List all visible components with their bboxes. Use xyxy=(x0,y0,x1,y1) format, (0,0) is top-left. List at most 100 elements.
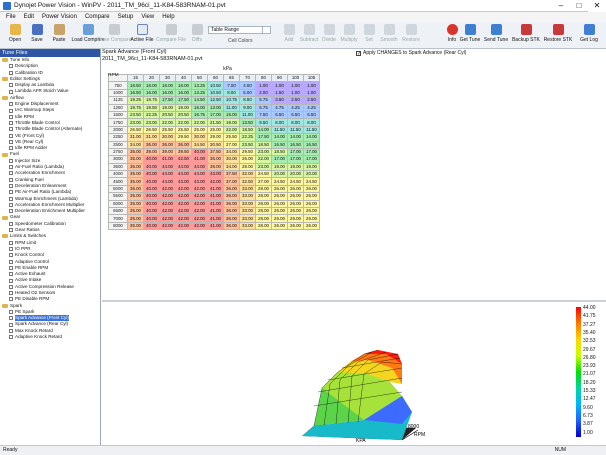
table-cell[interactable]: 42.00 xyxy=(159,199,176,209)
table-cell[interactable]: 6.50 xyxy=(303,110,320,120)
restore-stk-button[interactable]: Restore STK xyxy=(542,24,574,43)
row-header[interactable]: 7000 xyxy=(108,214,128,223)
column-header[interactable]: 65 xyxy=(223,73,240,83)
table-cell[interactable]: 42.50 xyxy=(175,155,192,164)
table-cell[interactable]: 23.50 xyxy=(239,140,256,149)
table-cell[interactable]: 5.75 xyxy=(255,96,272,105)
table-cell[interactable]: 30.00 xyxy=(191,133,208,142)
row-header[interactable]: 1000 xyxy=(108,88,128,98)
table-cell[interactable]: 23.00 xyxy=(127,118,144,127)
table-cell[interactable]: 10.75 xyxy=(223,96,240,105)
table-cell[interactable]: 43.00 xyxy=(175,177,192,186)
send-tune-button[interactable]: Send Tune xyxy=(482,24,510,43)
row-header[interactable]: 6500 xyxy=(108,207,128,216)
table-cell[interactable]: 14.50 xyxy=(191,96,208,105)
table-cell[interactable]: 36.00 xyxy=(223,184,240,194)
table-cell[interactable]: 24.50 xyxy=(303,177,320,186)
table-cell[interactable]: 6.50 xyxy=(271,110,288,120)
table-cell[interactable]: 16.50 xyxy=(287,140,304,149)
table-cell[interactable]: 41.00 xyxy=(207,207,224,216)
table-cell[interactable]: 36.00 xyxy=(175,140,192,149)
table-cell[interactable]: 17.50 xyxy=(159,96,176,105)
table-cell[interactable]: 17.00 xyxy=(287,155,304,164)
table-cell[interactable]: 44.00 xyxy=(191,162,208,172)
row-header[interactable]: 2250 xyxy=(108,133,128,142)
table-cell[interactable]: 19.00 xyxy=(287,162,304,172)
row-header[interactable]: 2500 xyxy=(108,140,128,149)
table-cell[interactable]: 25.50 xyxy=(159,125,176,135)
row-header[interactable]: 2750 xyxy=(108,147,128,157)
row-header[interactable]: 750 xyxy=(108,81,128,90)
table-cell[interactable]: 26.00 xyxy=(287,214,304,223)
table-cell[interactable]: 33.00 xyxy=(239,199,256,209)
table-cell[interactable]: 26.00 xyxy=(303,199,320,209)
table-cell[interactable]: 35.00 xyxy=(127,177,144,186)
table-cell[interactable]: 41.00 xyxy=(207,214,224,223)
table-cell[interactable]: 41.00 xyxy=(207,199,224,209)
table-cell[interactable]: 16.00 xyxy=(143,88,160,98)
table-cell[interactable]: 19.00 xyxy=(271,162,288,172)
table-cell[interactable]: 26.00 xyxy=(287,192,304,201)
table-cell[interactable]: 14.00 xyxy=(271,133,288,142)
table-cell[interactable]: 13.25 xyxy=(191,81,208,90)
table-cell[interactable]: 3.50 xyxy=(271,96,288,105)
table-cell[interactable]: 11.00 xyxy=(223,103,240,112)
table-cell[interactable]: 4.25 xyxy=(287,103,304,112)
table-cell[interactable]: 26.00 xyxy=(271,207,288,216)
table-cell[interactable]: 37.50 xyxy=(207,147,224,157)
table-cell[interactable]: 17.00 xyxy=(303,155,320,164)
table-cell[interactable]: 18.50 xyxy=(255,140,272,149)
table-cell[interactable]: 8.00 xyxy=(271,118,288,127)
table-cell[interactable]: 23.00 xyxy=(255,147,272,157)
table-cell[interactable]: 17.00 xyxy=(271,155,288,164)
table-cell[interactable]: 35.00 xyxy=(127,155,144,164)
table-cell[interactable]: 42.00 xyxy=(175,214,192,223)
table-cell[interactable]: 26.00 xyxy=(287,207,304,216)
table-cell[interactable]: 23.00 xyxy=(143,118,160,127)
table-cell[interactable]: 44.00 xyxy=(175,170,192,179)
table-cell[interactable]: 36.00 xyxy=(143,140,160,149)
table-cell[interactable]: 29.50 xyxy=(239,147,256,157)
table-cell[interactable]: 33.00 xyxy=(239,184,256,194)
column-header[interactable]: 80 xyxy=(255,73,272,83)
table-cell[interactable]: 26.00 xyxy=(303,207,320,216)
table-cell[interactable]: 14.00 xyxy=(287,133,304,142)
column-header[interactable]: 90 xyxy=(271,73,288,83)
column-header[interactable]: 20 xyxy=(143,73,160,83)
table-cell[interactable]: 42.00 xyxy=(175,184,192,194)
table-cell[interactable]: 26.00 xyxy=(303,192,320,201)
table-cell[interactable]: 8.50 xyxy=(239,96,256,105)
table-cell[interactable]: 26.00 xyxy=(271,199,288,209)
table-cell[interactable]: 22.00 xyxy=(191,118,208,127)
table-cell[interactable]: 36.00 xyxy=(159,140,176,149)
table-cell[interactable]: 26.00 xyxy=(303,214,320,223)
table-cell[interactable]: 41.00 xyxy=(207,221,224,231)
table-cell[interactable]: 22.00 xyxy=(255,155,272,164)
table-cell[interactable]: 32.00 xyxy=(239,170,256,179)
table-cell[interactable]: 17.50 xyxy=(175,96,192,105)
column-header[interactable]: 15 xyxy=(127,73,144,83)
row-header[interactable]: 3500 xyxy=(108,162,128,172)
table-cell[interactable]: 39.50 xyxy=(175,147,192,157)
table-cell[interactable]: 1.00 xyxy=(303,81,320,90)
table-cell[interactable]: 10.50 xyxy=(207,81,224,90)
table-cell[interactable]: 38.00 xyxy=(207,162,224,172)
table-cell[interactable]: 36.00 xyxy=(223,221,240,231)
table-cell[interactable]: 25.50 xyxy=(175,125,192,135)
table-cell[interactable]: 2.50 xyxy=(287,96,304,105)
table-cell[interactable]: 30.50 xyxy=(207,140,224,149)
table-cell[interactable]: 34.50 xyxy=(191,140,208,149)
table-cell[interactable]: 26.00 xyxy=(287,184,304,194)
table-cell[interactable]: 20.00 xyxy=(303,170,320,179)
table-cell[interactable]: 4.00 xyxy=(239,81,256,90)
table-cell[interactable]: 28.00 xyxy=(255,214,272,223)
column-header[interactable]: 100 xyxy=(287,73,304,83)
table-cell[interactable]: 19.00 xyxy=(159,103,176,112)
table-cell[interactable]: 30.00 xyxy=(159,133,176,142)
table-cell[interactable]: 20.50 xyxy=(175,110,192,120)
table-cell[interactable]: 4.25 xyxy=(303,103,320,112)
table-cell[interactable]: 34.00 xyxy=(223,147,240,157)
table-cell[interactable]: 26.00 xyxy=(271,192,288,201)
table-cell[interactable]: 26.50 xyxy=(127,125,144,135)
tree-item[interactable]: Adaptive Knock Retard xyxy=(0,334,100,340)
